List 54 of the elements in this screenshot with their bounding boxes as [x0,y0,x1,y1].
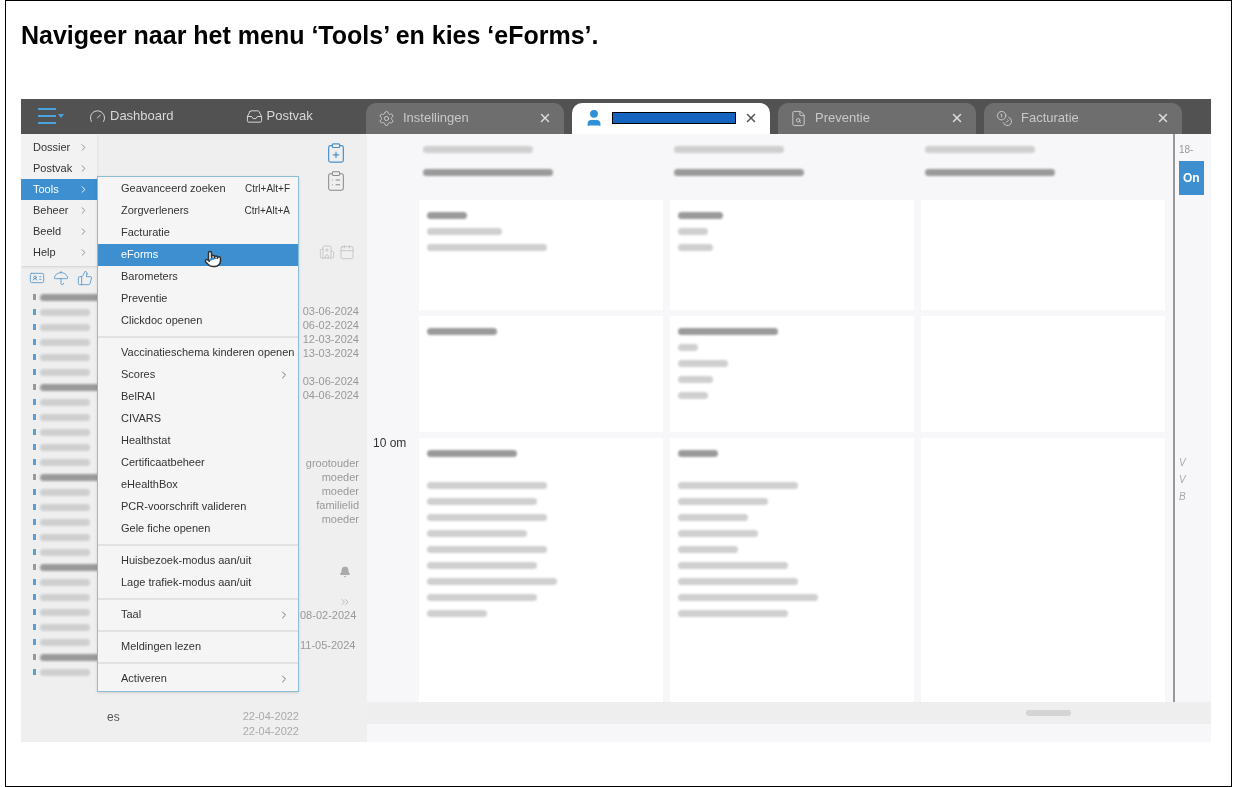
menu-item[interactable]: Lage trafiek-modus aan/uit [98,571,298,594]
sidebar-date: 13-03-2024 [302,345,359,360]
tab-label: Preventie [815,109,871,128]
sidebar-date: moeder [321,483,359,498]
menu-item[interactable]: Help [21,241,97,263]
truncated-text: B [1179,489,1186,504]
menu-item[interactable]: Vaccinatieschema kinderen openen [98,341,298,364]
instruction-heading: Navigeer naar het menu ‘Tools’ en kies ‘eForms’. [21,20,600,51]
menu-item[interactable]: Facturatie [98,221,298,244]
nav-link[interactable]: Postvak [245,106,313,126]
sidebar-date: 22-04-2022 [242,723,299,739]
sidebar-date: 06-02-2024 [302,317,359,332]
menu-item[interactable]: CIVARS [98,407,298,430]
shortcut-text: Ctrl+Alt+A [244,204,290,218]
menu-item[interactable]: Meldingen lezen [98,635,298,658]
sidebar-text: es [107,709,120,724]
time-text: 10 om [373,434,408,452]
menu-item[interactable]: Postvak [21,157,97,179]
menu-item[interactable]: PCR-voorschrift valideren [98,495,298,518]
menu-item[interactable]: eHealthBox [98,473,298,496]
menu-item[interactable]: Dossier [21,136,97,158]
menu-item[interactable]: Clickdoc openen [98,309,298,332]
menu-item[interactable]: Huisbezoek-modus aan/uit [98,549,298,572]
menu-item[interactable]: Certificaatbeheer [98,451,298,474]
menu-item[interactable]: Scores [98,363,298,386]
shortcut-text: Ctrl+Alt+F [245,182,290,196]
menu-item[interactable]: Healthstat [98,429,298,452]
menu-item[interactable]: Barometers [98,265,298,288]
tab-label: Instellingen [403,109,470,128]
tab-label: Facturatie [1021,109,1080,128]
sidebar-date: moeder [321,511,359,526]
menu-item[interactable]: Beheer [21,199,97,221]
sidebar-date: grootouder [305,455,359,470]
truncated-text: V [1179,472,1186,487]
menu-item[interactable]: Zorgverleners Ctrl+Alt+A [98,199,298,222]
truncated-text: V [1179,455,1186,470]
date-text: 18- [1179,142,1194,157]
menu-item[interactable]: Activeren [98,667,298,690]
sidebar-date: 03-06-2024 [302,373,359,388]
menu-item[interactable]: Gele fiche openen [98,517,298,540]
menu-item[interactable]: Taal [98,603,298,626]
sidebar-date: 08-02-2024 [300,607,357,623]
sidebar-date: 04-06-2024 [302,387,359,402]
sidebar-date: moeder [321,469,359,484]
menu-item[interactable]: Beeld [21,220,97,242]
menu-item[interactable]: BelRAI [98,385,298,408]
menu-item[interactable]: Geavanceerd zoeken Ctrl+Alt+F [98,177,298,200]
sidebar-date: 03-06-2024 [302,303,359,318]
menu-item[interactable]: Preventie [98,287,298,310]
sidebar-date: 22-04-2022 [242,708,299,724]
sidebar-date: 12-03-2024 [302,331,359,346]
sidebar-date: familielid [316,497,359,512]
sidebar-date: 11-05-2024 [300,637,356,653]
nav-link[interactable]: Dashboard [89,106,174,126]
